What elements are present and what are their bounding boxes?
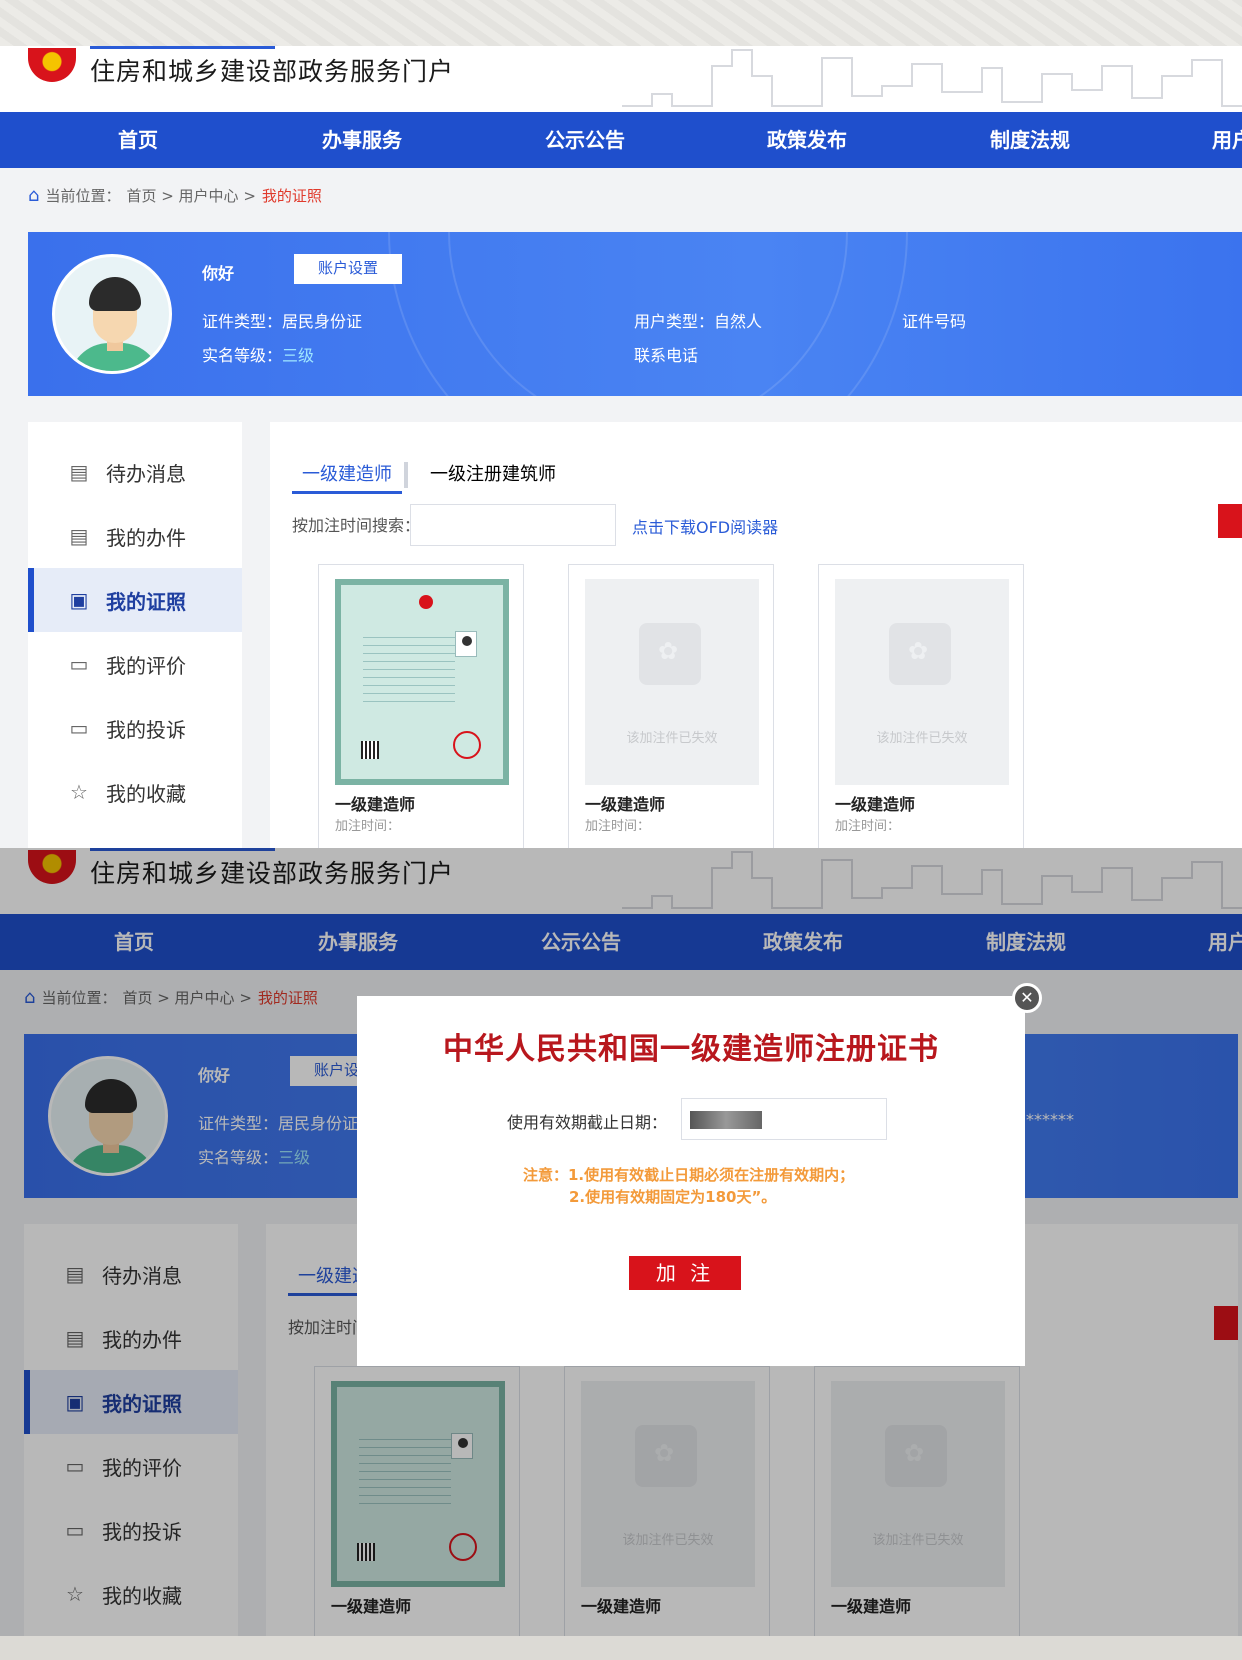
account-settings-button[interactable]: 账户设置 xyxy=(294,254,402,284)
sidebar-item-todo[interactable]: ▤ 待办消息 xyxy=(28,440,242,504)
certificate-card[interactable]: 一级建造师 加注时间： xyxy=(318,564,524,848)
card-date-label: 加注时间： xyxy=(835,819,901,834)
sidebar-item-cases[interactable]: ▤ 我的办件 xyxy=(28,504,242,568)
search-button[interactable] xyxy=(1218,504,1242,538)
breadcrumb: ⌂ 当前位置： 首页 > 用户中心 > 我的证照 xyxy=(28,182,322,208)
sidebar-item-favorites[interactable]: ☆ 我的收藏 xyxy=(28,760,242,824)
sidebar-item-complaints[interactable]: ▭ 我的投诉 xyxy=(28,696,242,760)
card-name: 一级建造师 xyxy=(335,795,416,814)
expired-text: 该加注件已失效 xyxy=(876,731,968,746)
id-card-icon: ▣ xyxy=(69,588,89,612)
nav-policy[interactable]: 政策发布 xyxy=(767,112,847,168)
user-type: 用户类型：自然人 xyxy=(634,312,763,331)
certificate-placeholder-icon xyxy=(889,623,951,685)
expiry-date-input[interactable] xyxy=(681,1098,887,1140)
header-accent-line xyxy=(90,46,275,49)
nav-announcements[interactable]: 公示公告 xyxy=(545,112,625,168)
paper-background-bottom xyxy=(0,1636,1242,1660)
nav-home[interactable]: 首页 xyxy=(118,112,158,168)
document-icon: ▤ xyxy=(69,524,89,548)
certificate-thumbnail-expired: 该加注件已失效 xyxy=(835,579,1009,785)
breadcrumb-label: 当前位置： xyxy=(45,186,121,205)
screenshot-add-annotation-modal: 住房和城乡建设部政务服务门户 首页 办事服务 公示公告 政策发布 制度法规 用户… xyxy=(0,848,1242,1636)
message-icon: ▤ xyxy=(69,460,89,484)
realname-level: 实名等级：三级 xyxy=(202,346,315,365)
site-header: 住房和城乡建设部政务服务门户 xyxy=(0,46,1242,112)
card-date-label: 加注时间： xyxy=(585,819,651,834)
tab-separator xyxy=(404,462,408,488)
search-label: 按加注时间搜索： xyxy=(292,516,421,535)
screenshot-my-certificates: 住房和城乡建设部政务服务门户 首页 办事服务 公示公告 政策发布 制度法规 用户… xyxy=(0,46,1242,848)
complaint-icon: ▭ xyxy=(69,716,89,740)
sidebar-item-reviews[interactable]: ▭ 我的评价 xyxy=(28,632,242,696)
card-date-label: 加注时间： xyxy=(335,819,401,834)
seal-icon xyxy=(453,731,481,759)
main-nav: 首页 办事服务 公示公告 政策发布 制度法规 用户 xyxy=(0,112,1242,168)
emblem-icon xyxy=(419,595,433,609)
modal-title: 中华人民共和国一级建造师注册证书 xyxy=(443,1032,939,1067)
certificate-thumbnail-expired: 该加注件已失效 xyxy=(585,579,759,785)
breadcrumb-path[interactable]: 首页 > 用户中心 > xyxy=(126,185,255,206)
close-icon[interactable]: ✕ xyxy=(1012,983,1042,1013)
sidebar: ▤ 待办消息 ▤ 我的办件 ▣ 我的证照 ▭ 我的评价 ▭ 我的投诉 ☆ 我的收藏 xyxy=(28,422,242,848)
tab-constructor[interactable]: 一级建造师 xyxy=(292,460,402,494)
certificate-placeholder-icon xyxy=(639,623,701,685)
redacted-value xyxy=(690,1110,762,1129)
greeting: 你好 xyxy=(202,264,235,283)
certificate-thumbnail xyxy=(335,579,509,785)
nav-services[interactable]: 办事服务 xyxy=(322,112,402,168)
expiry-date-label: 使用有效期截止日期： xyxy=(507,1113,668,1132)
star-icon: ☆ xyxy=(70,780,88,804)
home-icon[interactable]: ⌂ xyxy=(28,185,39,206)
main-panel: 一级建造师 一级注册建筑师 按加注时间搜索： 点击下载OFD阅读器 一级建造师 … xyxy=(270,422,1242,848)
annotation-modal: 中华人民共和国一级建造师注册证书 使用有效期截止日期： 注意：1.使用有效截止日… xyxy=(357,996,1025,1366)
certificate-card[interactable]: 该加注件已失效 一级建造师 加注时间： xyxy=(568,564,774,848)
nav-user[interactable]: 用户 xyxy=(1212,112,1242,168)
tab-architect[interactable]: 一级注册建筑师 xyxy=(430,460,556,494)
avatar xyxy=(52,254,172,374)
qr-code-icon xyxy=(361,741,379,759)
photo-icon xyxy=(455,631,477,657)
ofd-download-link[interactable]: 点击下载OFD阅读器 xyxy=(632,514,778,538)
card-name: 一级建造师 xyxy=(585,795,666,814)
card-name: 一级建造师 xyxy=(835,795,916,814)
phone-label: 联系电话 xyxy=(634,346,699,365)
add-annotation-button[interactable]: 加 注 xyxy=(629,1256,741,1290)
sidebar-item-certificates[interactable]: ▣ 我的证照 xyxy=(28,568,242,632)
modal-note: 注意：1.使用有效截止日期必须在注册有效期内； 2.使用有效期固定为180天”。 xyxy=(523,1166,855,1206)
site-title[interactable]: 住房和城乡建设部政务服务门户 xyxy=(90,52,454,88)
date-search-input[interactable] xyxy=(410,504,616,546)
id-number-label: 证件号码 xyxy=(902,312,967,331)
paper-background-top xyxy=(0,0,1242,46)
skyline-decoration xyxy=(622,49,1242,107)
breadcrumb-current: 我的证照 xyxy=(261,186,322,205)
profile-banner: 你好 账户设置 证件类型：居民身份证 实名等级：三级 用户类型：自然人 联系电话… xyxy=(28,232,1242,396)
certificate-card[interactable]: 该加注件已失效 一级建造师 加注时间： xyxy=(818,564,1024,848)
comment-icon: ▭ xyxy=(69,652,89,676)
national-emblem-icon xyxy=(28,48,76,82)
expired-text: 该加注件已失效 xyxy=(626,731,718,746)
nav-regulations[interactable]: 制度法规 xyxy=(990,112,1070,168)
id-type: 证件类型：居民身份证 xyxy=(202,312,363,331)
